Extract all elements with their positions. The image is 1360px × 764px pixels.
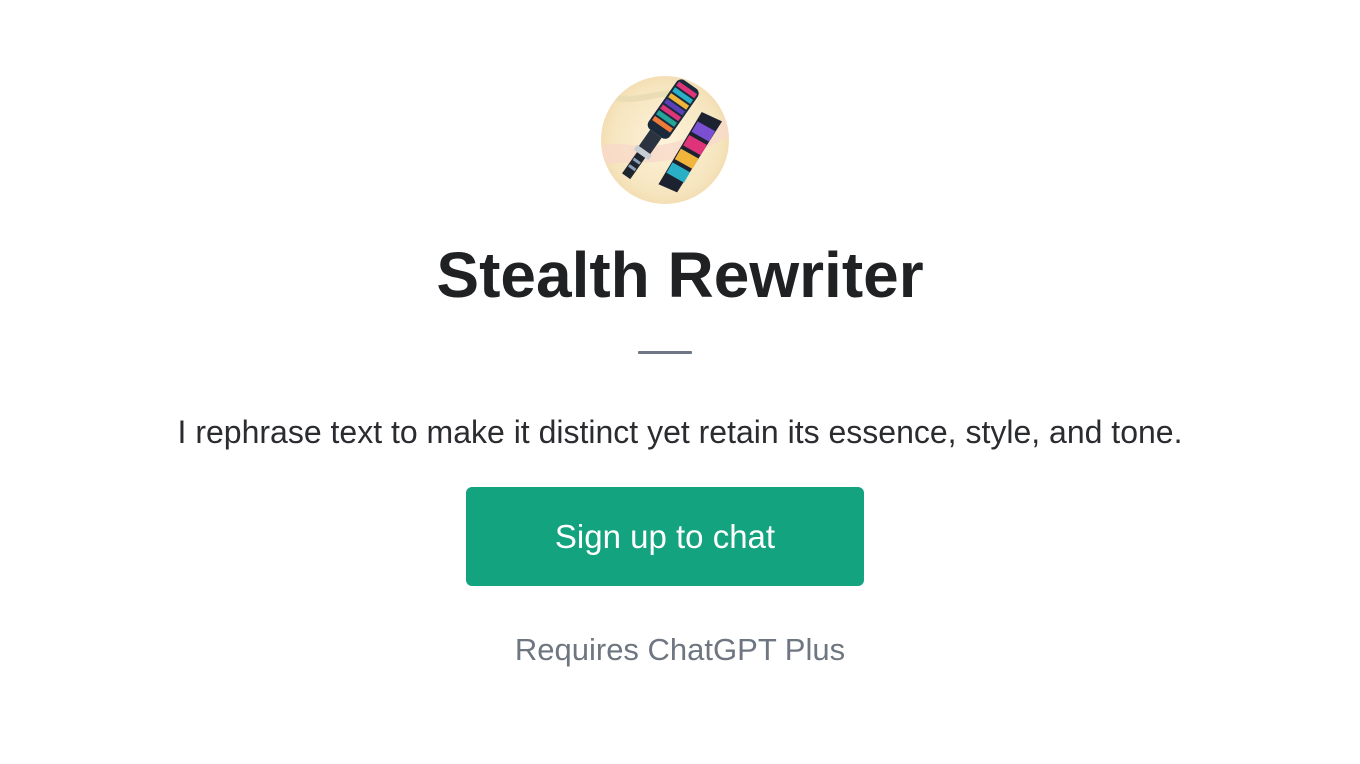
title-divider bbox=[638, 351, 692, 354]
gpt-description: I rephrase text to make it distinct yet … bbox=[177, 414, 1183, 450]
gpt-landing-page: Stealth Rewriter I rephrase text to make… bbox=[0, 0, 1360, 764]
gpt-title: Stealth Rewriter bbox=[436, 239, 924, 311]
sign-up-to-chat-button[interactable]: Sign up to chat bbox=[466, 487, 864, 586]
requirement-note: Requires ChatGPT Plus bbox=[514, 632, 846, 667]
gpt-avatar-icon bbox=[601, 76, 729, 204]
